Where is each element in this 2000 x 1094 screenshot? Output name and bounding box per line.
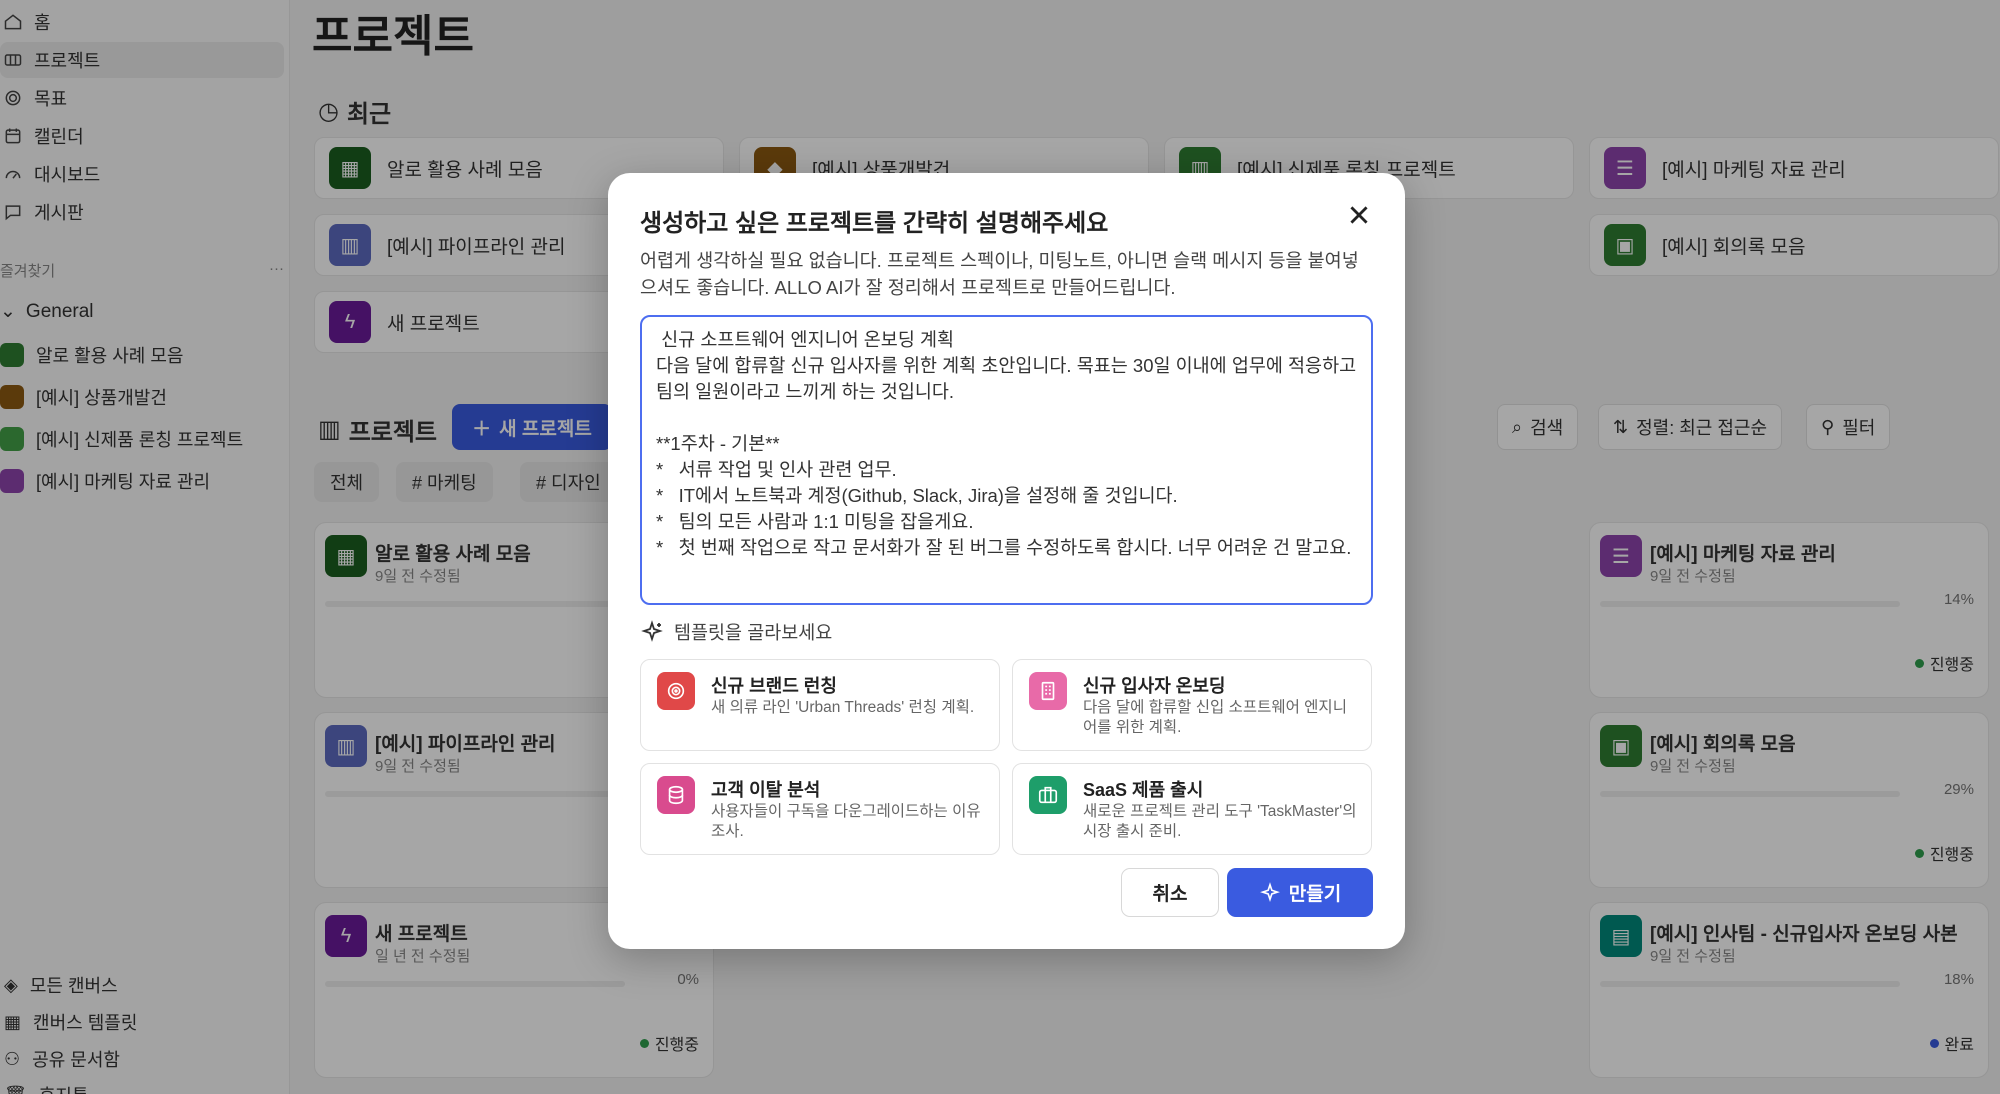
target-icon — [657, 672, 695, 710]
template-card-onboarding[interactable]: 신규 입사자 온보딩 다음 달에 합류할 신입 소프트웨어 엔지니어를 위한 계… — [1012, 659, 1372, 751]
sparkle-icon — [641, 620, 663, 642]
project-description-input[interactable] — [640, 315, 1373, 605]
close-icon — [1350, 206, 1368, 224]
template-heading-label: 템플릿을 골라보세요 — [674, 622, 833, 643]
template-title: SaaS 제품 출시 — [1083, 780, 1204, 800]
template-desc: 다음 달에 합류할 신입 소프트웨어 엔지니어를 위한 계획. — [1083, 699, 1347, 736]
create-button[interactable]: 만들기 — [1227, 868, 1373, 917]
close-button[interactable] — [1341, 197, 1377, 233]
template-card-brand-launch[interactable]: 신규 브랜드 런칭 새 의류 라인 'Urban Threads' 런칭 계획. — [640, 659, 1000, 751]
create-project-modal: 생성하고 싶은 프로젝트를 간략히 설명해주세요 어렵게 생각하실 필요 없습니… — [608, 173, 1405, 949]
template-title: 고객 이탈 분석 — [711, 780, 821, 800]
template-card-churn-analysis[interactable]: 고객 이탈 분석 사용자들이 구독을 다운그레이드하는 이유 조사. — [640, 763, 1000, 855]
template-desc: 새로운 프로젝트 관리 도구 'TaskMaster'의 시장 출시 준비. — [1083, 803, 1357, 840]
template-desc: 사용자들이 구독을 다운그레이드하는 이유 조사. — [711, 803, 981, 840]
template-desc: 새 의류 라인 'Urban Threads' 런칭 계획. — [711, 699, 975, 716]
template-title: 신규 브랜드 런칭 — [711, 676, 837, 696]
briefcase-icon — [1029, 776, 1067, 814]
database-icon — [657, 776, 695, 814]
template-card-saas-launch[interactable]: SaaS 제품 출시 새로운 프로젝트 관리 도구 'TaskMaster'의 … — [1012, 763, 1372, 855]
template-heading: 템플릿을 골라보세요 — [640, 619, 832, 645]
building-icon — [1029, 672, 1067, 710]
create-button-label: 만들기 — [1288, 884, 1342, 905]
modal-title: 생성하고 싶은 프로젝트를 간략히 설명해주세요 — [640, 210, 1109, 237]
cancel-button[interactable]: 취소 — [1121, 868, 1219, 917]
template-title: 신규 입사자 온보딩 — [1083, 676, 1226, 696]
sparkle-icon — [1259, 881, 1280, 902]
modal-description: 어렵게 생각하실 필요 없습니다. 프로젝트 스펙이나, 미팅노트, 아니면 슬… — [640, 250, 1359, 298]
